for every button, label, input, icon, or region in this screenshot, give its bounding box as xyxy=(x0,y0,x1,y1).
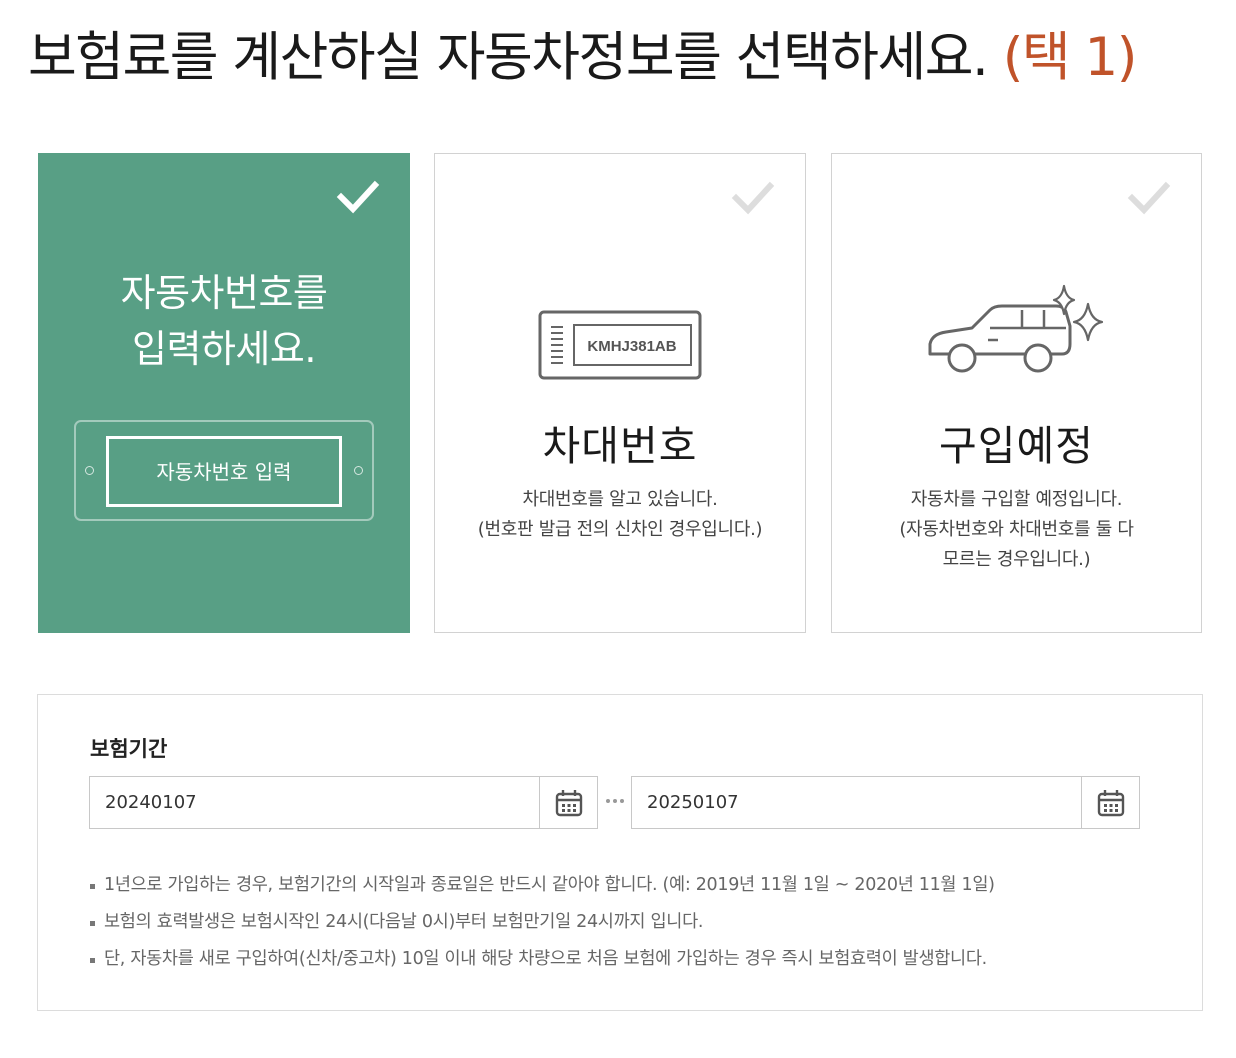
start-date-input[interactable] xyxy=(90,777,540,828)
check-icon xyxy=(731,181,775,215)
note-item: 보험의 효력발생은 보험시작인 24시(다음날 0시)부터 보험만기일 24시까… xyxy=(90,904,995,941)
insurance-period-notes: 1년으로 가입하는 경우, 보험기간의 시작일과 종료일은 반드시 같아야 합니… xyxy=(90,867,995,978)
step-hint: (택 1) xyxy=(1002,27,1138,88)
page-title-text: 보험료를 계산하실 자동차정보를 선택하세요. xyxy=(28,27,989,88)
plate-input-frame: 자동차번호 입력 xyxy=(74,420,374,521)
note-item: 1년으로 가입하는 경우, 보험기간의 시작일과 종료일은 반드시 같아야 합니… xyxy=(90,867,995,904)
car-icon xyxy=(928,284,1103,373)
end-date-field xyxy=(631,776,1140,829)
option-plate-title-line2: 입력하세요. xyxy=(132,327,316,371)
frame-dot-left xyxy=(85,466,94,475)
end-date-input[interactable] xyxy=(632,777,1082,828)
option-purchase-description: 자동차를 구입할 예정입니다. (자동차번호와 차대번호를 둘 다 모르는 경우… xyxy=(844,485,1189,575)
start-date-field xyxy=(89,776,598,829)
insurance-period-section: 보험기간 20240107 20250107 1년으로 가입하는 경우, 보험기… xyxy=(37,694,1203,1011)
page-title: 보험료를 계산하실 자동차정보를 선택하세요. (택 1) xyxy=(28,22,1228,94)
check-icon xyxy=(1127,181,1171,215)
option-purchase-desc-line2: (자동차번호와 차대번호를 둘 다 xyxy=(899,519,1134,540)
frame-dot-right xyxy=(354,466,363,475)
option-purchase-desc-line3: 모르는 경우입니다.) xyxy=(942,549,1091,570)
option-plate-title: 자동차번호를 입력하세요. xyxy=(38,265,410,377)
option-plate-title-line1: 자동차번호를 xyxy=(120,271,328,315)
check-icon xyxy=(336,180,380,214)
option-card-plate-number[interactable]: 자동차번호를 입력하세요. 자동차번호 입력 xyxy=(38,153,410,633)
calendar-icon xyxy=(555,789,582,816)
end-date-calendar-button[interactable] xyxy=(1081,777,1139,828)
date-range-separator xyxy=(606,795,624,807)
license-plate-text: KMHJ381AB xyxy=(587,338,676,355)
option-purchase-heading: 구입예정 xyxy=(939,422,1094,470)
calendar-icon xyxy=(1097,789,1124,816)
start-date-calendar-button[interactable] xyxy=(539,777,597,828)
option-card-chassis-number[interactable]: KMHJ381AB 차대번호 차대번호를 알고 있습니다. (번호판 발급 전의… xyxy=(434,153,806,633)
option-card-purchase-planned[interactable]: 구입예정 자동차를 구입할 예정입니다. (자동차번호와 차대번호를 둘 다 모… xyxy=(831,153,1202,633)
option-chassis-heading: 차대번호 xyxy=(542,422,698,470)
option-chassis-desc-line1: 차대번호를 알고 있습니다. xyxy=(522,489,718,510)
option-chassis-desc-line2: (번호판 발급 전의 신차인 경우입니다.) xyxy=(477,519,763,540)
insurance-period-label: 보험기간 xyxy=(90,737,168,761)
option-chassis-description: 차대번호를 알고 있습니다. (번호판 발급 전의 신차인 경우입니다.) xyxy=(447,485,793,545)
option-purchase-desc-line1: 자동차를 구입할 예정입니다. xyxy=(910,489,1123,510)
enter-plate-number-button[interactable]: 자동차번호 입력 xyxy=(106,436,342,507)
note-item: 단, 자동차를 새로 구입하여(신차/중고차) 10일 이내 해당 차량으로 처… xyxy=(90,941,995,978)
license-plate-icon: KMHJ381AB xyxy=(538,310,702,380)
